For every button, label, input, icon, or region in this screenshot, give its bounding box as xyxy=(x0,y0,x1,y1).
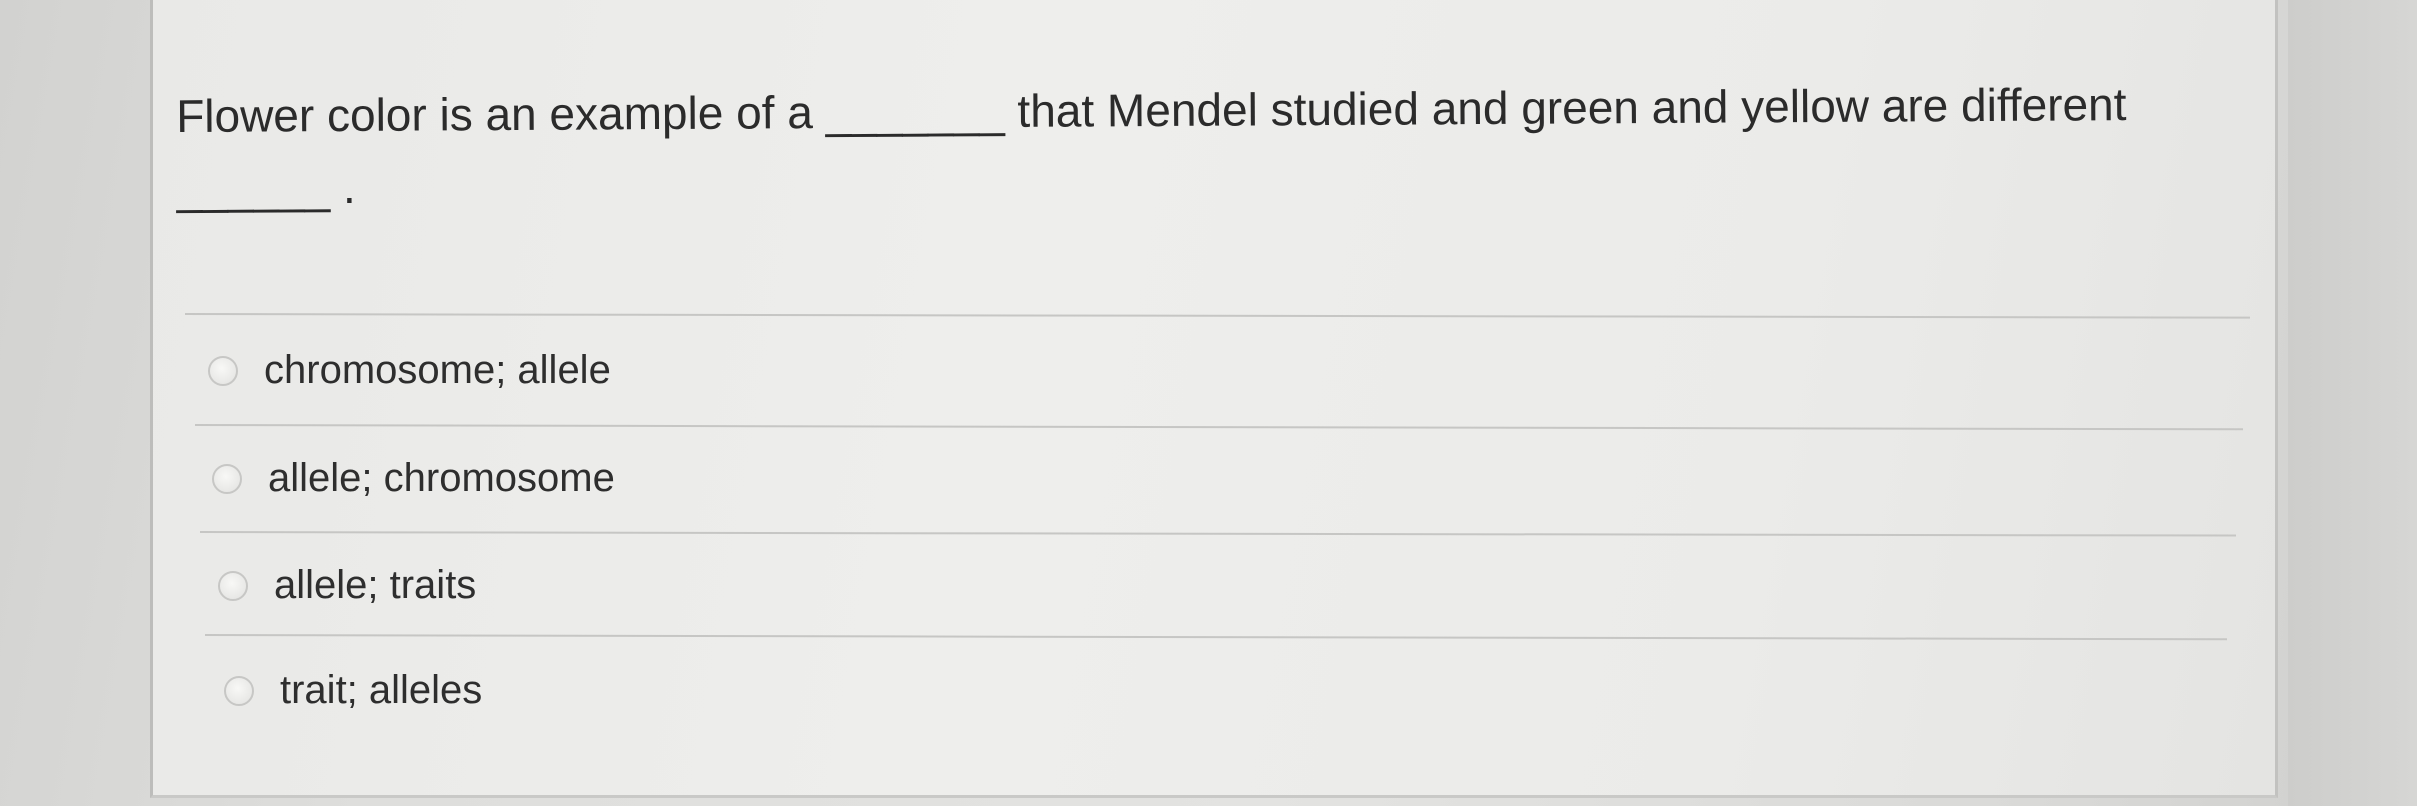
radio-button[interactable] xyxy=(218,570,248,601)
answer-option-3[interactable]: allele; traits xyxy=(218,563,476,608)
option-label: trait; alleles xyxy=(280,668,483,712)
answer-option-2[interactable]: allele; chromosome xyxy=(212,456,615,501)
option-label: chromosome; allele xyxy=(264,348,611,392)
question-text: Flower color is an example of a _______ … xyxy=(176,78,2127,214)
answer-option-1[interactable]: chromosome; allele xyxy=(208,348,611,393)
radio-button[interactable] xyxy=(212,463,242,494)
option-label: allele; traits xyxy=(274,563,477,607)
answer-option-4[interactable]: trait; alleles xyxy=(224,668,482,713)
option-label: allele; chromosome xyxy=(268,456,615,500)
background-shade xyxy=(2288,0,2417,806)
radio-button[interactable] xyxy=(208,355,238,386)
radio-button[interactable] xyxy=(224,675,254,706)
